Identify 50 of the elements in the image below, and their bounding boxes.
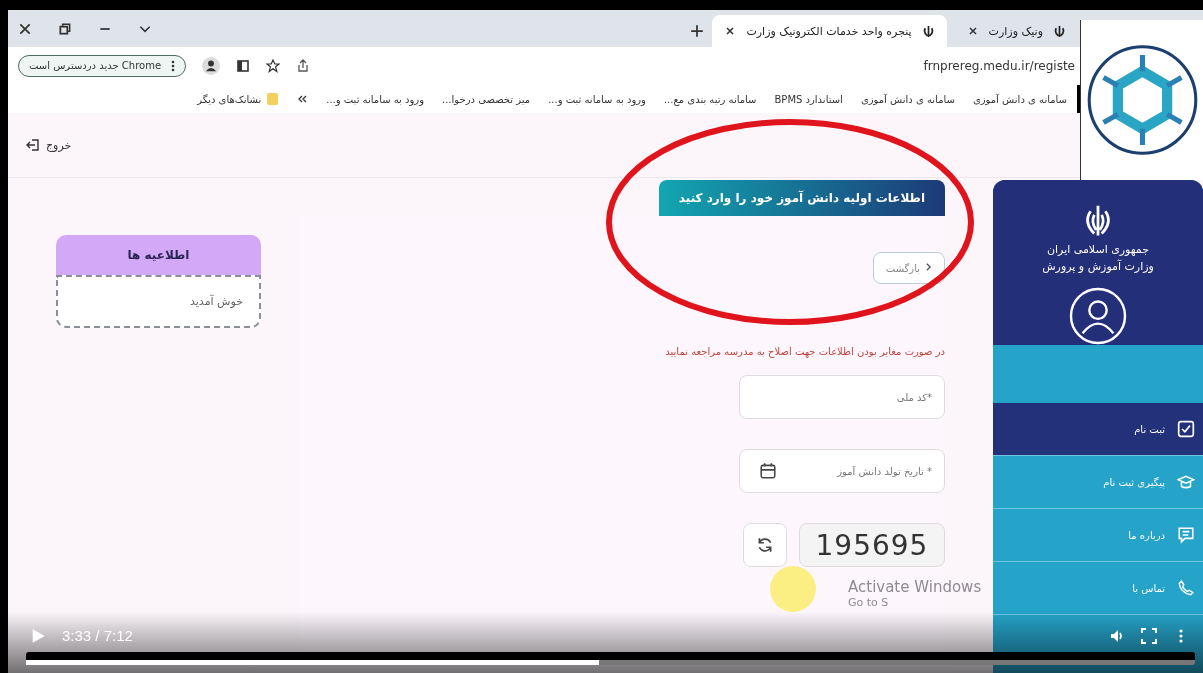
close-icon[interactable]: [724, 25, 737, 37]
sidebar-icon[interactable]: [236, 59, 251, 73]
checkbox-icon: [1177, 420, 1195, 438]
graduation-cap-icon: [1177, 473, 1195, 491]
bookmark[interactable]: ورود به سامانه ثبت و...: [326, 93, 424, 105]
notices-title: اطلاعیه ها: [56, 235, 261, 275]
bookmark[interactable]: ورود به سامانه ثبت و...: [548, 93, 646, 105]
bookmark[interactable]: سامانه ی دانش آموزی: [972, 93, 1067, 105]
close-icon[interactable]: [966, 25, 979, 37]
video-time: 3:33 / 7:12: [62, 627, 133, 644]
new-tab-icon[interactable]: [690, 24, 705, 38]
activation-watermark: Activate Windows: [848, 578, 982, 596]
sidebar-menu-item[interactable]: ثبت نام: [993, 403, 1203, 456]
ministry-title: جمهوری اسلامی ایران: [1047, 243, 1150, 257]
bookmark[interactable]: سامانه ی دانش آموزی: [860, 93, 955, 105]
bookmark[interactable]: سامانه رتبه بندی مع...: [663, 93, 757, 105]
refresh-button[interactable]: [743, 523, 787, 567]
captcha-image: 195695: [799, 523, 945, 567]
restore-icon[interactable]: [58, 21, 72, 36]
browser-tab[interactable]: ونیک وزارت: [954, 15, 1078, 47]
share-icon[interactable]: [296, 59, 311, 73]
other-bookmarks-folder[interactable]: نشانک‌های دیگر: [197, 93, 279, 105]
notice-body: خوش آمدید: [56, 275, 261, 328]
logout-button[interactable]: خروج: [26, 138, 72, 152]
chevron-icon: [925, 262, 932, 272]
calendar-icon: [759, 462, 777, 480]
warning-note: در صورت مغایر بودن اطلاعات جهت اصلاح به مدرسه مراجعه نمایید: [664, 346, 945, 357]
close-icon[interactable]: [18, 21, 32, 36]
national-id-field[interactable]: *کد ملی: [739, 375, 945, 419]
phone-icon: [1177, 579, 1195, 597]
fullscreen-icon[interactable]: [1141, 627, 1157, 644]
profile-icon[interactable]: [202, 57, 221, 75]
emblem-icon: [1053, 24, 1066, 38]
more-bookmarks-icon[interactable]: [296, 93, 309, 105]
browser-tab[interactable]: پنجره واحد خدمات الکترونیک وزارت: [712, 15, 947, 47]
address-bar[interactable]: frnprereg.medu.ir/registe: [310, 59, 1075, 73]
back-button[interactable]: بازگشت: [872, 252, 945, 284]
emblem-icon: [921, 24, 935, 38]
menu-dots-icon: [171, 60, 176, 72]
update-button[interactable]: Chrome جدید دردسترس است: [18, 55, 187, 77]
birth-date-field[interactable]: * تاریخ تولد دانش آموز: [739, 449, 945, 493]
refresh-icon: [756, 536, 774, 554]
progress-track[interactable]: [26, 652, 1195, 665]
bookmark[interactable]: میز تخصصی درخوا...: [442, 93, 531, 105]
ministry-title: وزارت آموزش و پرورش: [1042, 260, 1154, 274]
bookmark[interactable]: استاندارد BPMS: [774, 93, 843, 105]
activation-watermark: Go to S: [848, 596, 890, 609]
logout-icon: [26, 138, 40, 152]
chat-icon: [1177, 526, 1195, 544]
star-icon[interactable]: [266, 59, 281, 73]
